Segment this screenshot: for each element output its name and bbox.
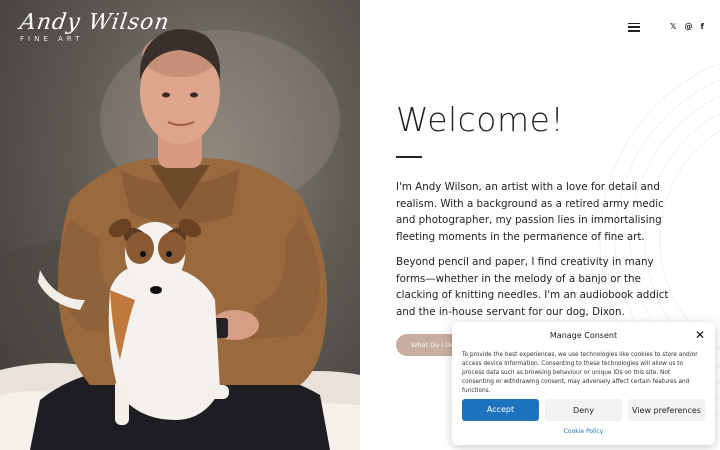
intro-paragraph: I'm Andy Wilson, an artist with a love f…: [396, 181, 664, 243]
threads-icon[interactable]: @: [684, 22, 692, 32]
page: Andy Wilson FINE ART 𝕏 @ f Welcome! I'm …: [0, 0, 720, 450]
close-icon[interactable]: ✕: [695, 329, 705, 341]
logo-subtitle: FINE ART: [20, 35, 84, 43]
portrait-photo: Andy Wilson FINE ART: [0, 0, 360, 450]
top-navigation: 𝕏 @ f: [628, 22, 704, 32]
cookie-policy-link[interactable]: Cookie Policy: [452, 428, 715, 435]
consent-description: To provide the best experiences, we use …: [462, 352, 698, 394]
logo-signature: Andy Wilson: [18, 10, 172, 35]
facebook-icon[interactable]: f: [700, 22, 703, 32]
hamburger-menu-icon[interactable]: [628, 22, 640, 32]
cookie-consent-dialog: Manage Consent ✕ To provide the best exp…: [452, 322, 715, 445]
title-divider: [396, 156, 422, 158]
x-twitter-icon[interactable]: 𝕏: [670, 22, 676, 32]
about-paragraph: Beyond pencil and paper, I find creativi…: [396, 256, 669, 318]
portrait-illustration: [0, 29, 360, 450]
view-preferences-button[interactable]: View preferences: [628, 399, 705, 421]
page-title: Welcome!: [396, 100, 565, 139]
consent-title: Manage Consent: [549, 331, 618, 340]
deny-button[interactable]: Deny: [545, 399, 622, 421]
site-logo[interactable]: Andy Wilson FINE ART: [18, 10, 172, 43]
accept-button[interactable]: Accept: [462, 399, 539, 421]
